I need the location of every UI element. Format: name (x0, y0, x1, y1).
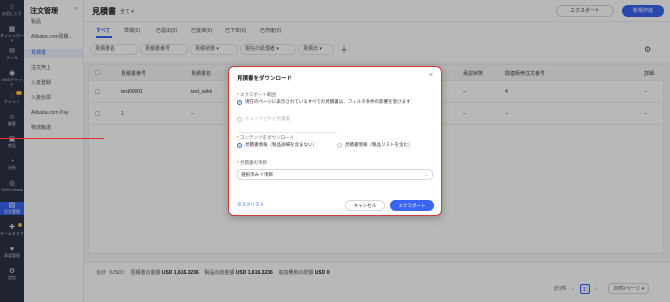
scope-label: * エクスポート範囲 (237, 92, 276, 97)
content-no-products-text: 見積書情報（製品詳細を含まない） (245, 142, 317, 147)
chevron-down-icon: ⌄ (424, 172, 428, 177)
items-select-value: 選択済み 7 項目 (241, 172, 274, 177)
annotation-line (0, 138, 104, 139)
task-list-link[interactable]: タスクリスト (237, 202, 264, 208)
items-label: * 見積書の項目 (237, 160, 268, 165)
scope-checked-radio[interactable] (237, 117, 242, 122)
close-icon[interactable]: × (429, 72, 433, 79)
download-dialog: 見積書をダウンロード × * エクスポート範囲 現在のページに表示されているすべ… (228, 66, 442, 216)
items-select[interactable]: 選択済み 7 項目 ⌄ (237, 169, 433, 180)
content-no-products-radio[interactable] (237, 143, 242, 148)
dialog-title: 見積書をダウンロード (237, 76, 293, 82)
items-label-text: 見積書の項目 (240, 160, 268, 165)
scope-current-page-text: 現在のページに表示されているすべての見積書は、フィルタ条件の影響を受けます (245, 99, 411, 104)
content-label: * コンテンツをダウンロード (237, 135, 295, 140)
scope-current-page-radio[interactable] (237, 100, 242, 105)
divider (237, 132, 337, 133)
scope-checked-text: チェックされた見積書 (245, 116, 290, 121)
content-with-products-radio[interactable] (337, 143, 342, 148)
content-with-products-text: 見積書情報（製品リストを含む） (345, 142, 413, 147)
export-confirm-button[interactable]: エクスポート (390, 200, 434, 211)
scope-label-text: エクスポート範囲 (240, 92, 276, 97)
content-label-text: コンテンツをダウンロード (240, 135, 295, 140)
cancel-button[interactable]: キャンセル (345, 200, 385, 211)
